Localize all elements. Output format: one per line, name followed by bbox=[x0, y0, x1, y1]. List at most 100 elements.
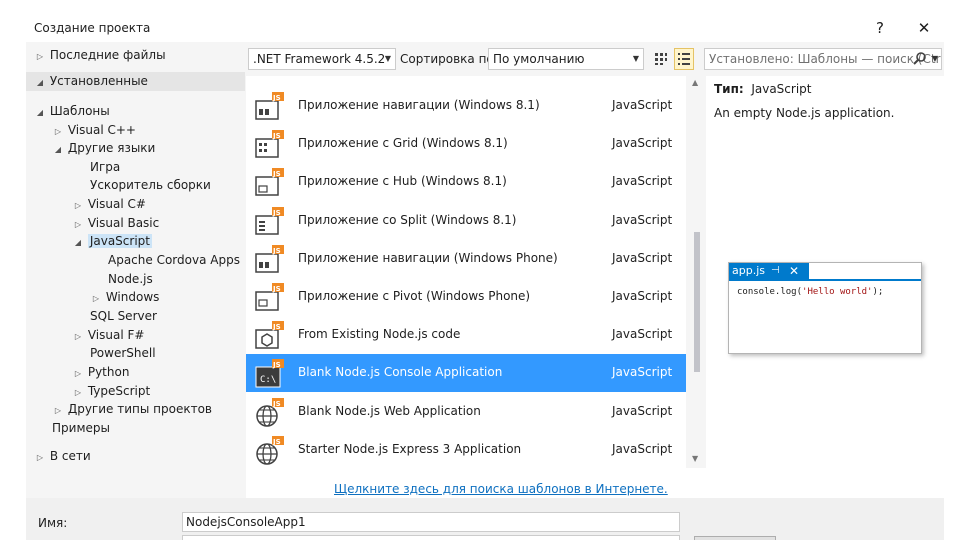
tree-item-visual-basic[interactable]: ▷ Visual Basic bbox=[72, 214, 159, 233]
expand-arrow-icon[interactable]: ▷ bbox=[72, 196, 84, 215]
help-button[interactable]: ? bbox=[868, 17, 892, 39]
close-icon: ✕ bbox=[789, 264, 800, 278]
collapse-arrow-icon[interactable]: ◢ bbox=[34, 103, 46, 122]
expand-arrow-icon[interactable]: ▷ bbox=[34, 448, 46, 467]
tree-item-recent[interactable]: ▷ Последние файлы bbox=[34, 46, 166, 65]
list-scrollbar[interactable]: ▲ ▼ bbox=[686, 76, 708, 468]
scrollbar-thumb[interactable] bbox=[694, 232, 700, 372]
template-row[interactable]: JS From Existing Node.js code JavaScript bbox=[246, 316, 686, 354]
expand-arrow-icon[interactable]: ▷ bbox=[52, 401, 64, 420]
svg-text:JS: JS bbox=[272, 94, 281, 102]
new-project-dialog: Создание проекта ? ✕ ▷ Последние файлы ◢… bbox=[26, 12, 944, 540]
tree-item-other-languages[interactable]: ◢ Другие языки bbox=[52, 139, 155, 158]
scroll-down-icon[interactable]: ▼ bbox=[692, 454, 698, 463]
project-settings: Имя: NodejsConsoleApp1 bbox=[26, 498, 944, 540]
tree-item-installed[interactable]: ◢ Установленные bbox=[26, 72, 245, 91]
template-row[interactable]: C:\ JS Blank Node.js Console Application Ja… bbox=[246, 354, 686, 392]
console-icon: C:\ JS bbox=[255, 359, 284, 388]
tree-item-templates[interactable]: ◢ Шаблоны bbox=[34, 102, 110, 121]
grid-app-icon: JS bbox=[255, 130, 284, 158]
template-language: JavaScript bbox=[612, 251, 673, 265]
grid-view-icon bbox=[655, 53, 667, 65]
template-language: JavaScript bbox=[612, 365, 673, 379]
tree-item-visual-cpp[interactable]: ▷ Visual C++ bbox=[52, 121, 136, 140]
template-row[interactable]: JS Приложение навигации (Windows 8.1) Java… bbox=[246, 87, 686, 125]
preview-tab-appjs: app.js ⊣ ✕ bbox=[729, 263, 809, 280]
collapse-arrow-icon[interactable]: ◢ bbox=[52, 140, 64, 159]
globe-icon: JS bbox=[256, 398, 284, 427]
code-preview: app.js ⊣ ✕ console.log('Hello world'); bbox=[728, 262, 922, 354]
tree-item-visual-csharp[interactable]: ▷ Visual C# bbox=[72, 195, 146, 214]
template-name: From Existing Node.js code bbox=[298, 327, 461, 341]
template-description: An empty Node.js application. bbox=[714, 106, 895, 120]
tree-item-powershell[interactable]: PowerShell bbox=[90, 344, 156, 363]
tree-item-build-accelerator[interactable]: Ускоритель сборки bbox=[90, 176, 211, 195]
tree-item-samples[interactable]: Примеры bbox=[52, 419, 110, 438]
svg-text:JS: JS bbox=[272, 323, 281, 331]
template-language: JavaScript bbox=[612, 327, 673, 341]
template-row[interactable]: JS Blank Node.js Web Application JavaScrip… bbox=[246, 393, 686, 431]
small-icons-view-button[interactable] bbox=[650, 48, 670, 70]
template-row[interactable]: JS Приложение навигации (Windows Phone) Ja… bbox=[246, 240, 686, 278]
tree-item-nodejs[interactable]: Node.js bbox=[108, 270, 153, 289]
template-row[interactable]: JS Приложение со Split (Windows 8.1) JavaS… bbox=[246, 202, 686, 240]
template-search-input[interactable]: Установлено: Шаблоны — поиск (Ctr ▼ bbox=[704, 48, 942, 70]
tree-item-typescript[interactable]: ▷ TypeScript bbox=[72, 382, 150, 401]
list-view-icon bbox=[678, 53, 690, 65]
scroll-up-icon[interactable]: ▲ bbox=[692, 78, 698, 87]
template-language: JavaScript bbox=[612, 136, 673, 150]
svg-text:JS: JS bbox=[272, 209, 281, 217]
project-name-input[interactable]: NodejsConsoleApp1 bbox=[182, 512, 680, 532]
framework-select[interactable]: .NET Framework 4.5.2 ▼ bbox=[248, 48, 396, 70]
expand-arrow-icon[interactable]: ▷ bbox=[34, 47, 46, 66]
tree-item-apache-cordova[interactable]: Apache Cordova Apps bbox=[108, 251, 240, 270]
template-row[interactable]: JS Приложение с Pivot (Windows Phone) Java… bbox=[246, 278, 686, 316]
tree-item-windows[interactable]: ▷ Windows bbox=[90, 288, 159, 307]
list-view-button[interactable] bbox=[674, 48, 694, 70]
expand-arrow-icon[interactable]: ▷ bbox=[72, 364, 84, 383]
toolbar: .NET Framework 4.5.2 ▼ Сортировка по: По… bbox=[246, 48, 944, 72]
svg-text:JS: JS bbox=[272, 438, 281, 446]
split-app-icon: JS bbox=[255, 207, 284, 235]
navigation-app-icon: JS bbox=[255, 92, 284, 120]
template-language: JavaScript bbox=[612, 404, 673, 418]
location-input[interactable] bbox=[182, 535, 680, 540]
tree-item-game[interactable]: Игра bbox=[90, 158, 120, 177]
tree-item-online[interactable]: ▷ В сети bbox=[34, 447, 91, 466]
name-label: Имя: bbox=[38, 516, 68, 530]
preview-tab-bar: app.js ⊣ ✕ bbox=[729, 263, 921, 281]
nodejs-hexagon-icon: JS bbox=[255, 321, 284, 349]
template-list: JS Приложение навигации (Windows 8.1) Java… bbox=[246, 76, 708, 510]
tree-item-sql-server[interactable]: SQL Server bbox=[90, 307, 157, 326]
expand-arrow-icon[interactable]: ▷ bbox=[90, 289, 102, 308]
svg-text:JS: JS bbox=[272, 247, 281, 255]
svg-text:JS: JS bbox=[272, 361, 281, 369]
svg-text:JS: JS bbox=[272, 400, 281, 408]
title-bar: Создание проекта ? ✕ bbox=[26, 12, 944, 42]
chevron-down-icon: ▼ bbox=[632, 54, 639, 63]
template-name: Приложение навигации (Windows Phone) bbox=[298, 251, 558, 265]
sort-select[interactable]: По умолчанию ▼ bbox=[488, 48, 644, 70]
online-templates-link[interactable]: Щелкните здесь для поиска шаблонов в Инт… bbox=[334, 482, 668, 496]
template-row[interactable]: JS Starter Node.js Express 3 Application J… bbox=[246, 431, 686, 469]
close-button[interactable]: ✕ bbox=[912, 17, 936, 39]
chevron-down-icon[interactable]: ▼ bbox=[932, 49, 938, 69]
dialog-title: Создание проекта bbox=[34, 21, 151, 35]
template-name: Starter Node.js Express 3 Application bbox=[298, 442, 522, 456]
template-language: JavaScript bbox=[612, 442, 673, 456]
browse-button[interactable] bbox=[694, 536, 776, 540]
template-language: JavaScript bbox=[612, 98, 673, 112]
tree-item-python[interactable]: ▷ Python bbox=[72, 363, 130, 383]
tree-item-visual-fsharp[interactable]: ▷ Visual F# bbox=[72, 326, 145, 346]
template-language: JavaScript bbox=[612, 213, 673, 227]
tree-item-other-project-types[interactable]: ▷ Другие типы проектов bbox=[52, 400, 212, 419]
search-icon[interactable] bbox=[913, 51, 927, 65]
tree-item-javascript[interactable]: ◢ JavaScript bbox=[72, 232, 152, 251]
collapse-arrow-icon[interactable]: ◢ bbox=[34, 73, 46, 92]
template-row[interactable]: JS Приложение с Hub (Windows 8.1) JavaScri… bbox=[246, 163, 686, 201]
expand-arrow-icon[interactable]: ▷ bbox=[72, 327, 84, 346]
collapse-arrow-icon[interactable]: ◢ bbox=[72, 233, 84, 252]
template-row[interactable]: JS Приложение с Grid (Windows 8.1) JavaScr… bbox=[246, 125, 686, 163]
template-language: JavaScript bbox=[612, 289, 673, 303]
template-type: Тип: JavaScript bbox=[714, 82, 812, 96]
